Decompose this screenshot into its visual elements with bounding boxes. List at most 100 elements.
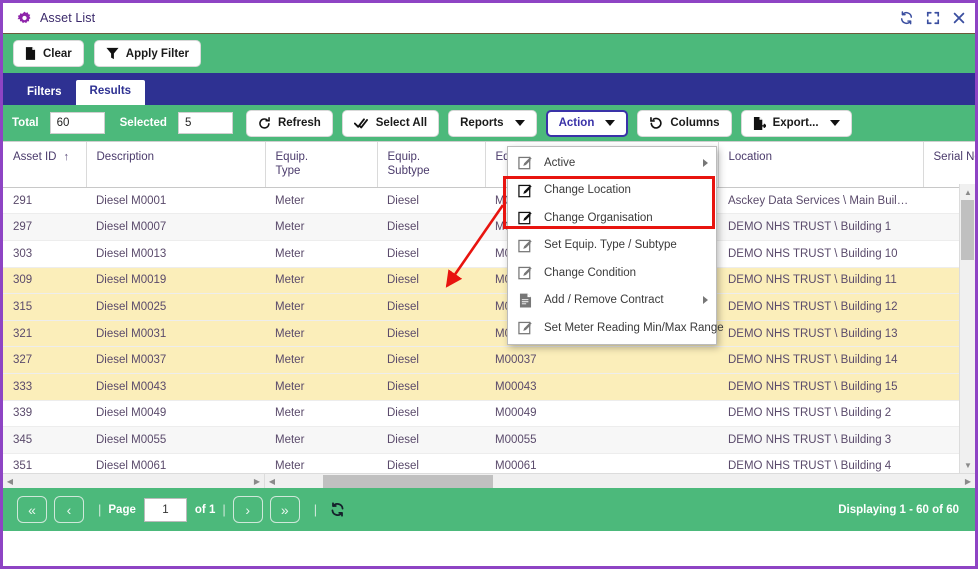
frozen-hscroll[interactable]: ◀ ▶: [3, 473, 265, 489]
prev-page-button[interactable]: ‹: [54, 496, 84, 523]
cell-equip-type: Meter: [265, 213, 377, 241]
columns-label: Columns: [670, 117, 720, 129]
page-icon: [25, 47, 36, 60]
first-page-button[interactable]: «: [17, 496, 47, 523]
maximize-icon[interactable]: [924, 10, 941, 27]
cell-equip-subtype: Diesel: [377, 373, 485, 401]
scroll-up-icon[interactable]: ▲: [960, 184, 975, 200]
menu-item-set-meter-reading-min-max-range[interactable]: Set Meter Reading Min/Max Range: [508, 314, 724, 342]
last-page-button[interactable]: »: [269, 496, 300, 523]
edit-icon: [517, 319, 534, 336]
col-serial-no[interactable]: Serial No: [923, 142, 975, 188]
cell-location: DEMO NHS TRUST \ Building 12: [718, 293, 923, 321]
table-row[interactable]: 351 Diesel M0061 Meter Diesel M00061 DEMO NHS…: [3, 453, 975, 473]
reports-button[interactable]: Reports: [448, 109, 537, 137]
menu-item-change-condition[interactable]: Change Condition: [508, 259, 716, 287]
tab-results[interactable]: Results: [75, 79, 146, 105]
cell-description: Diesel M0043: [86, 373, 265, 401]
tab-filters[interactable]: Filters: [13, 81, 76, 106]
cell-location: DEMO NHS TRUST \ Building 13: [718, 320, 923, 348]
grid-vertical-scrollbar[interactable]: ▲ ▼: [959, 184, 975, 473]
action-dropdown-menu: Active Change Location Change Organisation…: [507, 146, 724, 345]
action-button[interactable]: Action: [545, 109, 629, 137]
window-titlebar: Asset List: [3, 3, 975, 33]
export-icon: [753, 116, 766, 130]
close-icon[interactable]: [950, 10, 967, 27]
cell-equip-type: Meter: [265, 400, 377, 428]
menu-item-set-equip-type-subtype[interactable]: Set Equip. Type / Subtype: [508, 232, 716, 260]
vertical-scroll-thumb[interactable]: [961, 200, 974, 260]
refresh-button[interactable]: Refresh: [245, 109, 333, 137]
cell-asset-id: 333: [3, 373, 86, 401]
main-hscroll[interactable]: ◀ ▶: [265, 474, 975, 489]
table-row[interactable]: 333 Diesel M0043 Meter Diesel M00043 DEMO NHS…: [3, 373, 975, 401]
table-row[interactable]: 327 Diesel M0037 Meter Diesel M00037 DEMO NHS…: [3, 346, 975, 374]
refresh-label: Refresh: [277, 117, 321, 129]
select-all-label: Select All: [375, 117, 428, 129]
clear-button[interactable]: Clear: [13, 40, 84, 67]
edit-icon: [517, 237, 534, 254]
total-input[interactable]: [49, 112, 105, 134]
cell-equip-type: Meter: [265, 320, 377, 348]
menu-item-change-location[interactable]: Change Location: [508, 177, 716, 205]
table-row[interactable]: 303Diesel M0013MeterDieselM00013DEMO NHS…: [3, 240, 975, 268]
scroll-left-icon[interactable]: ◀: [3, 474, 17, 489]
export-label: Export...: [772, 117, 819, 129]
menu-item-add-remove-contract[interactable]: Add / Remove Contract: [508, 287, 716, 315]
displaying-label: Displaying 1 - 60 of 60: [838, 503, 959, 516]
col-asset-id-label: Asset ID: [13, 151, 57, 163]
cell-equip-type: Meter: [265, 187, 377, 215]
table-row[interactable]: 291Diesel M0001MeterDieselM00001Asckey D…: [3, 187, 975, 215]
menu-item-label: Change Condition: [544, 266, 637, 279]
apply-filter-button[interactable]: Apply Filter: [93, 40, 202, 67]
col-equip-subtype[interactable]: Equip. Subtype: [377, 142, 486, 188]
cell-location: DEMO NHS TRUST \ Building 3: [718, 426, 923, 454]
page-of-label: of 1: [194, 503, 216, 516]
menu-item-label: Change Location: [544, 184, 631, 197]
refresh-icon: [258, 116, 271, 130]
menu-item-label: Set Equip. Type / Subtype: [544, 239, 677, 252]
page-input[interactable]: [143, 497, 187, 522]
cell-description: Diesel M0019: [86, 267, 265, 295]
cell-description: Diesel M0037: [86, 346, 265, 374]
menu-item-change-organisation[interactable]: Change Organisation: [508, 204, 716, 232]
col-description[interactable]: Description: [86, 142, 266, 188]
funnel-icon: [106, 47, 119, 60]
cell-location: DEMO NHS TRUST \ Building 10: [718, 240, 923, 268]
export-button[interactable]: Export...: [740, 109, 852, 137]
cell-location: DEMO NHS TRUST \ Building 2: [718, 400, 923, 428]
cell-equip-type: Meter: [265, 267, 377, 295]
scroll-down-icon[interactable]: ▼: [960, 457, 975, 473]
menu-item-label: Add / Remove Contract: [544, 294, 664, 307]
cell-equip-subtype: Diesel: [377, 453, 485, 473]
cell-asset-id: 297: [3, 213, 86, 241]
scroll-right-icon[interactable]: ▶: [250, 474, 264, 489]
selected-input[interactable]: [177, 112, 233, 134]
table-row[interactable]: 345 Diesel M0055 Meter Diesel M00055 DEMO NHS…: [3, 426, 975, 454]
menu-item-active[interactable]: Active: [508, 149, 716, 177]
cell-asset-id: 309: [3, 267, 86, 295]
col-location[interactable]: Location: [718, 142, 924, 188]
window-controls: [898, 3, 967, 33]
separator: |: [98, 502, 102, 517]
cell-equip-type: Meter: [265, 346, 377, 374]
restore-icon[interactable]: [898, 10, 915, 27]
table-row[interactable]: 339 Diesel M0049 Meter Diesel M00049 DEMO NHS…: [3, 400, 975, 428]
cell-equip-subtype: Diesel: [377, 213, 485, 241]
separator: |: [313, 502, 318, 517]
horizontal-scroll-thumb[interactable]: [323, 474, 493, 488]
table-row[interactable]: 315Diesel M0025MeterDieselM00025DEMO NHS…: [3, 293, 975, 321]
scroll-left-icon[interactable]: ◀: [265, 474, 279, 489]
col-equip-type[interactable]: Equip. Type: [265, 142, 378, 188]
columns-button[interactable]: Columns: [637, 109, 732, 137]
chevron-down-icon: [605, 120, 616, 126]
table-row[interactable]: 309Diesel M0019MeterDieselM00019DEMO NHS…: [3, 267, 975, 295]
table-header-row: Asset ID ↑ Description Equip. Type Equip.…: [3, 142, 975, 188]
table-row[interactable]: 321Diesel M0031MeterDieselM00031DEMO NHS…: [3, 320, 975, 348]
select-all-button[interactable]: Select All: [341, 109, 440, 137]
next-page-button[interactable]: ›: [232, 496, 263, 523]
table-row[interactable]: 297Diesel M0007MeterDieselM00007DEMO NHS…: [3, 213, 975, 241]
col-asset-id[interactable]: Asset ID ↑: [3, 142, 87, 188]
footer-refresh-icon[interactable]: [330, 502, 345, 517]
scroll-right-icon[interactable]: ▶: [961, 474, 975, 489]
